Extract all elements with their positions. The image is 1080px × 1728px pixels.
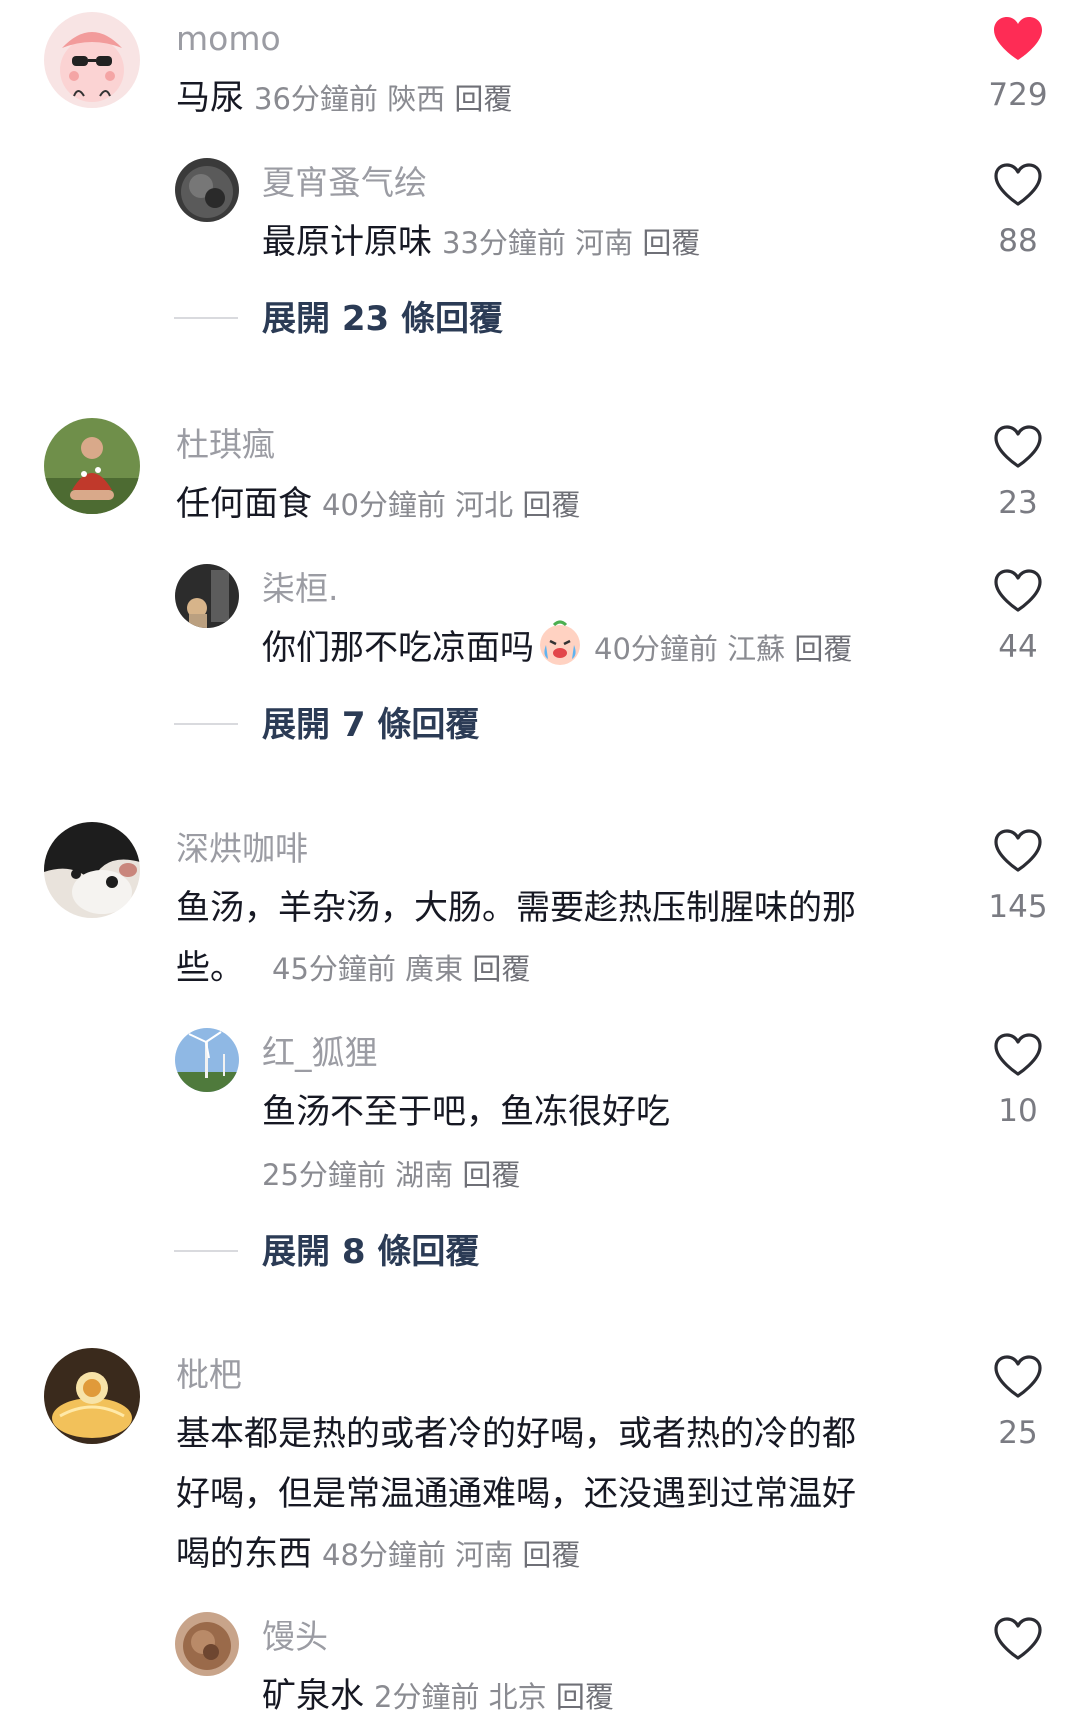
comment-text: 马尿 36分鐘前 陝西 回覆 — [176, 68, 512, 129]
expand-divider — [174, 723, 238, 725]
like-count: 145 — [988, 889, 1048, 925]
like-count: 44 — [998, 629, 1038, 665]
avatar[interactable] — [44, 1348, 140, 1444]
comment-location: 廣東 — [405, 952, 464, 986]
reply-text: 你们那不吃凉面吗 40分鐘前 江蘇 回覆 — [262, 618, 852, 679]
like-count: 729 — [988, 77, 1048, 113]
comment-text-line: 鱼汤，羊杂汤，大肠。需要趁热压制腥味的那 — [176, 888, 856, 928]
expand-replies-button[interactable]: 展開 7 條回覆 — [262, 708, 479, 742]
comment-body: 最原计原味 — [262, 222, 432, 262]
avatar[interactable] — [44, 418, 140, 514]
crying-face-emoji — [536, 619, 584, 667]
reply-button[interactable]: 回覆 — [522, 488, 580, 522]
comment-body: 马尿 — [176, 78, 244, 118]
comment-location: 北京 — [488, 1680, 547, 1714]
reply-button[interactable]: 回覆 — [454, 82, 512, 116]
comment-time: 25分鐘前 — [262, 1158, 386, 1192]
expand-replies-button[interactable]: 展開 8 條回覆 — [262, 1235, 479, 1269]
comment-body: 矿泉水 — [262, 1676, 364, 1716]
avatar[interactable] — [44, 822, 140, 918]
reply-text: 矿泉水 2分鐘前 北京 回覆 — [262, 1666, 614, 1727]
comment-time: 2分鐘前 — [374, 1680, 480, 1714]
avatar[interactable] — [175, 1612, 239, 1676]
reply-button[interactable]: 回覆 — [794, 632, 852, 666]
reply-button[interactable]: 回覆 — [472, 952, 530, 986]
heart-outline-icon[interactable] — [992, 162, 1044, 208]
comment-location: 河南 — [575, 226, 634, 260]
heart-outline-icon[interactable] — [992, 1616, 1044, 1662]
comment-location: 河南 — [455, 1538, 514, 1572]
reply-text-line: 鱼汤不至于吧，鱼冻很好吃 — [262, 1092, 670, 1132]
comment-body: 喝的东西 — [176, 1534, 312, 1574]
expand-divider — [174, 317, 238, 319]
comment-text-line: 好喝，但是常温通通难喝，还没遇到过常温好 — [176, 1474, 856, 1514]
like-count: 25 — [998, 1415, 1038, 1451]
heart-filled-icon[interactable] — [992, 16, 1044, 62]
heart-outline-icon[interactable] — [992, 828, 1044, 874]
comment-text-line: 基本都是热的或者冷的好喝，或者热的冷的都 — [176, 1414, 856, 1454]
comment-time: 40分鐘前 — [594, 632, 718, 666]
reply-meta: 25分鐘前 湖南 回覆 — [262, 1144, 520, 1205]
expand-replies-button[interactable]: 展開 23 條回覆 — [262, 302, 503, 336]
comment-location: 河北 — [455, 488, 514, 522]
avatar[interactable] — [175, 1028, 239, 1092]
comment-text: 喝的东西 48分鐘前 河南 回覆 — [176, 1524, 580, 1585]
comment-location: 江蘇 — [727, 632, 786, 666]
heart-outline-icon[interactable] — [992, 424, 1044, 470]
like-count: 23 — [998, 485, 1038, 521]
comment-text: 些。 45分鐘前 廣東 回覆 — [176, 938, 530, 999]
comment-time: 36分鐘前 — [254, 82, 378, 116]
comment-location: 陝西 — [387, 82, 446, 116]
comment-location: 湖南 — [395, 1158, 454, 1192]
like-count: 10 — [998, 1093, 1038, 1129]
username[interactable]: 红_狐狸 — [262, 1036, 378, 1069]
expand-divider — [174, 1250, 238, 1252]
username[interactable]: 杜琪瘋 — [176, 428, 275, 461]
reply-button[interactable]: 回覆 — [522, 1538, 580, 1572]
comment-time: 45分鐘前 — [272, 952, 396, 986]
username[interactable]: 夏宵蚤气绘 — [262, 166, 427, 199]
heart-outline-icon[interactable] — [992, 568, 1044, 614]
reply-button[interactable]: 回覆 — [462, 1158, 520, 1192]
heart-outline-icon[interactable] — [992, 1354, 1044, 1400]
username[interactable]: 馒头 — [262, 1620, 328, 1653]
avatar[interactable] — [175, 564, 239, 628]
comment-text: 任何面食 40分鐘前 河北 回覆 — [176, 474, 580, 535]
reply-text: 最原计原味 33分鐘前 河南 回覆 — [262, 212, 700, 273]
username[interactable]: 枇杷 — [176, 1358, 242, 1391]
comment-time: 40分鐘前 — [322, 488, 446, 522]
username[interactable]: momo — [176, 22, 281, 55]
comment-time: 48分鐘前 — [322, 1538, 446, 1572]
comment-time: 33分鐘前 — [442, 226, 566, 260]
reply-button[interactable]: 回覆 — [556, 1680, 614, 1714]
avatar[interactable] — [44, 12, 140, 108]
comment-body: 任何面食 — [176, 484, 312, 524]
comment-body: 你们那不吃凉面吗 — [262, 628, 534, 668]
reply-button[interactable]: 回覆 — [642, 226, 700, 260]
username[interactable]: 深烘咖啡 — [176, 832, 308, 865]
username[interactable]: 柒桓. — [262, 572, 339, 605]
avatar[interactable] — [175, 158, 239, 222]
like-count: 88 — [998, 223, 1038, 259]
comment-body: 些。 — [176, 948, 244, 988]
heart-outline-icon[interactable] — [992, 1032, 1044, 1078]
